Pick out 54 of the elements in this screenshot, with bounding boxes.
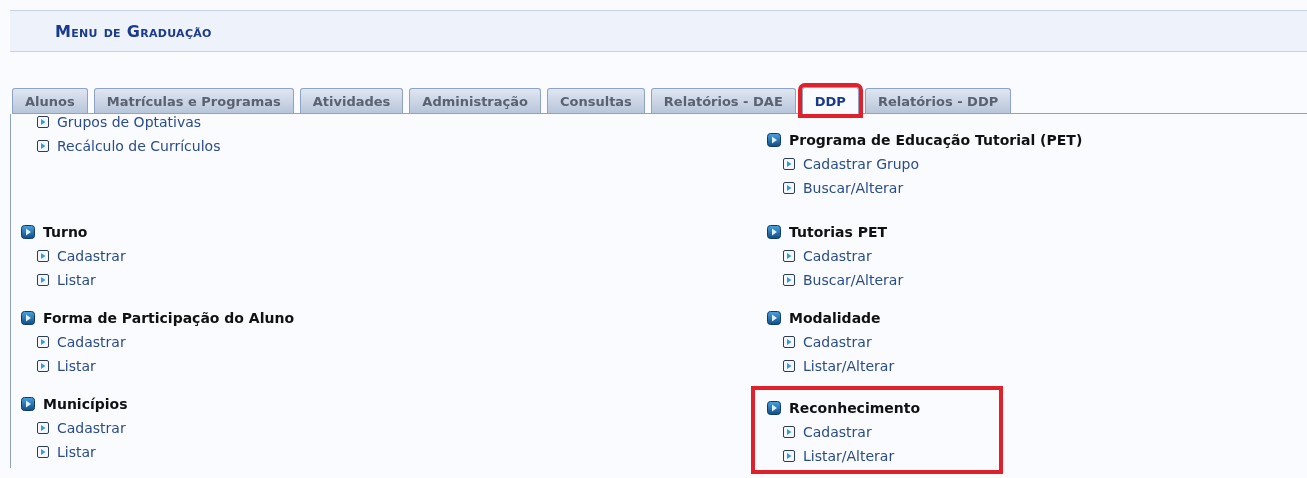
arrow-square-icon <box>783 274 795 286</box>
arrow-square-icon <box>37 116 49 128</box>
tab[interactable]: Atividades <box>299 88 404 113</box>
menu-link[interactable]: Listar <box>37 354 96 378</box>
menu-link[interactable]: Cadastrar <box>783 244 872 268</box>
menu-link[interactable]: Grupos de Optativas <box>37 110 202 134</box>
arrow-square-icon <box>783 360 795 372</box>
arrow-square-icon <box>37 274 49 286</box>
menu-link[interactable]: Recálculo de Currículos <box>37 134 221 158</box>
section-heading: Programa de Educação Tutorial (PET) <box>789 132 1083 148</box>
menu-link[interactable]: Cadastrar <box>783 330 872 354</box>
arrow-square-icon <box>21 397 35 411</box>
tab[interactable]: Alunos <box>12 88 88 113</box>
arrow-square-icon <box>767 311 781 325</box>
arrow-square-icon <box>37 360 49 372</box>
section-heading: Modalidade <box>789 310 881 326</box>
menu-link[interactable]: Cadastrar Grupo <box>783 152 920 176</box>
arrow-square-icon <box>37 422 49 434</box>
page-title: Menu de Graduação <box>55 21 212 41</box>
menu-link[interactable]: Cadastrar <box>37 416 126 440</box>
section-heading: Turno <box>43 224 88 240</box>
arrow-square-icon <box>767 401 781 415</box>
arrow-square-icon <box>783 182 795 194</box>
menu-link[interactable]: Cadastrar <box>37 330 126 354</box>
section-heading: Forma de Participação do Aluno <box>43 310 295 326</box>
menu-link[interactable]: Cadastrar <box>783 420 872 444</box>
menu-link[interactable]: Listar/Alterar <box>783 444 895 468</box>
arrow-square-icon <box>783 426 795 438</box>
arrow-square-icon <box>767 133 781 147</box>
arrow-square-icon <box>37 446 49 458</box>
arrow-square-icon <box>783 250 795 262</box>
arrow-square-icon <box>37 140 49 152</box>
menu-link[interactable]: Buscar/Alterar <box>783 176 904 200</box>
arrow-square-icon <box>783 336 795 348</box>
arrow-square-icon <box>21 225 35 239</box>
menu-link[interactable]: Buscar/Alterar <box>783 268 904 292</box>
tab[interactable]: Administração <box>409 88 541 113</box>
section-heading: Tutorias PET <box>789 224 888 240</box>
tab[interactable]: Relatórios - DAE <box>650 88 796 113</box>
section-heading: Reconhecimento <box>789 400 921 416</box>
tab[interactable]: Consultas <box>546 88 645 113</box>
menu-link[interactable]: Cadastrar <box>37 244 126 268</box>
arrow-square-icon <box>37 250 49 262</box>
arrow-square-icon <box>37 336 49 348</box>
arrow-square-icon <box>767 225 781 239</box>
tab[interactable]: Relatórios - DDP <box>864 88 1012 113</box>
menu-link[interactable]: Listar <box>37 440 96 464</box>
section-heading: Municípios <box>43 396 128 412</box>
tab[interactable]: Matrículas e Programas <box>93 88 294 113</box>
menu-link[interactable]: Listar/Alterar <box>783 354 895 378</box>
arrow-square-icon <box>783 158 795 170</box>
menu-link[interactable]: Listar <box>37 268 96 292</box>
arrow-square-icon <box>21 311 35 325</box>
arrow-square-icon <box>783 450 795 462</box>
